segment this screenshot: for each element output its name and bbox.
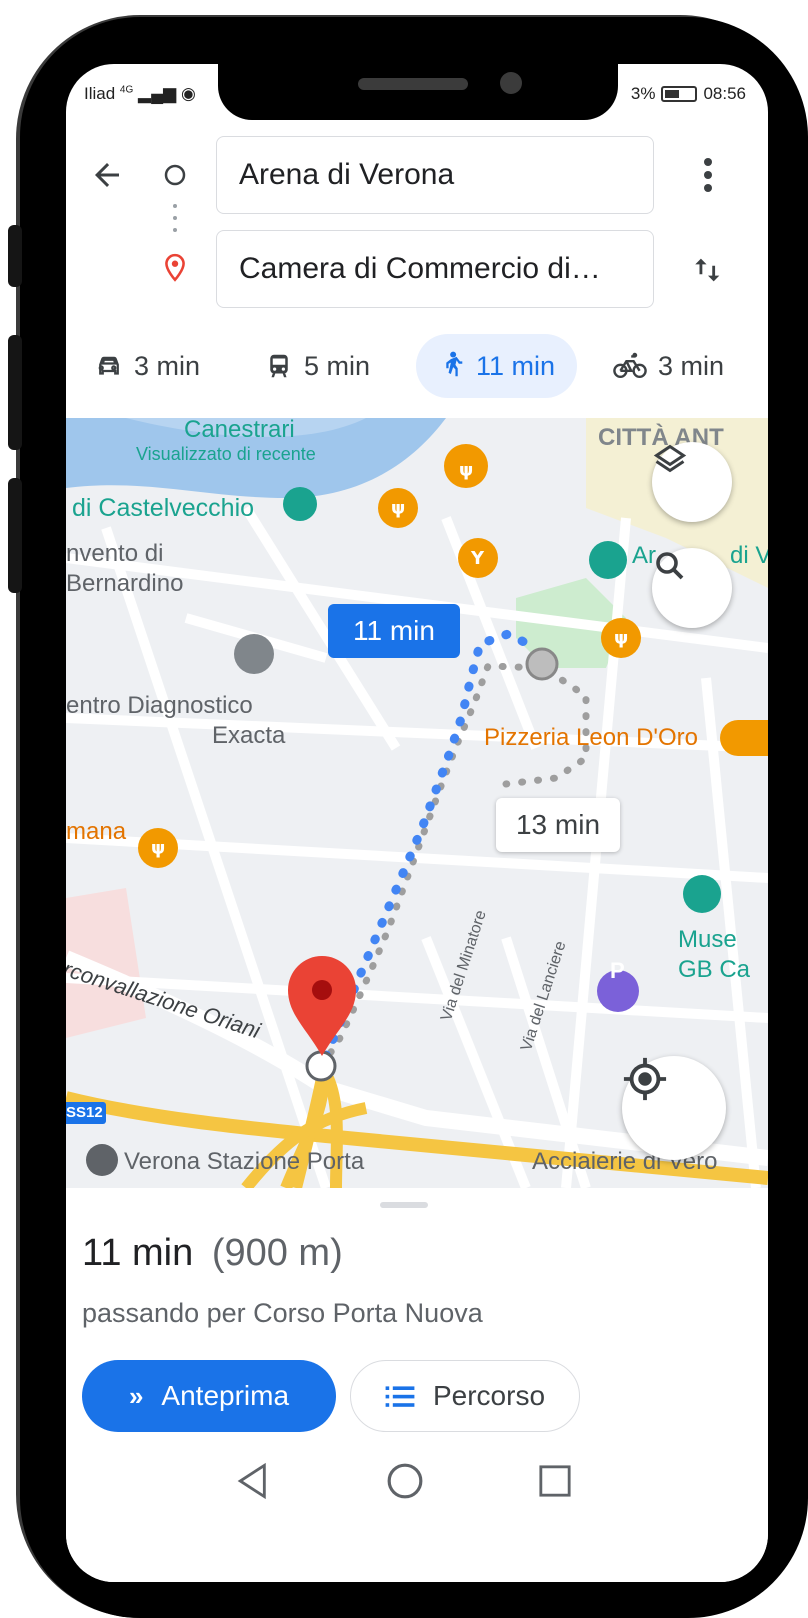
steps-button[interactable]: Percorso — [350, 1360, 580, 1432]
route-via-text: passando per Corso Porta Nuova — [82, 1298, 483, 1328]
origin-circle-icon — [162, 162, 188, 188]
destination-field[interactable]: Camera di Commercio di… — [216, 230, 654, 308]
origin-field[interactable]: Arena di Verona — [216, 136, 654, 214]
mode-cycling-label: 3 min — [658, 350, 725, 381]
transit-icon — [270, 354, 288, 378]
battery-icon — [661, 86, 698, 102]
map-label-musei-2: GB Ca — [678, 956, 751, 983]
mode-driving-label: 3 min — [134, 350, 201, 381]
double-chevron-icon: » — [128, 1380, 144, 1411]
route-duration: 11 min — [82, 1232, 194, 1274]
bike-icon — [613, 352, 647, 378]
notch — [218, 64, 618, 120]
origin-marker — [525, 647, 559, 681]
route-time-selected[interactable]: 11 min — [328, 604, 460, 658]
layers-icon — [653, 444, 687, 473]
swap-icon[interactable] — [686, 248, 730, 292]
map-label-pizzeria: Pizzeria Leon D'Oro — [484, 724, 699, 751]
signal-icon: ▂▄▆ — [138, 84, 177, 103]
phone-side-button — [8, 225, 22, 287]
preview-button-label: Anteprima — [161, 1380, 290, 1411]
route-time-alternative[interactable]: 13 min — [496, 798, 620, 852]
speaker — [358, 78, 468, 90]
search-icon — [656, 552, 684, 580]
map-label-canestrari: Canestrari — [184, 418, 295, 443]
svg-text:ψ: ψ — [151, 838, 165, 859]
mode-walking-label: 11 min — [476, 350, 556, 381]
phone-volume-down — [8, 478, 22, 593]
map-label-ss12: SS12 — [66, 1104, 103, 1121]
map-label-castelvecchio: di Castelvecchio — [72, 494, 255, 522]
layers-button[interactable] — [652, 442, 732, 522]
map-label-diagnostico-2: Exacta — [212, 722, 286, 749]
map-label-diagnostico-1: entro Diagnostico — [66, 692, 253, 719]
network-type: 4G — [119, 84, 134, 96]
route-duration-row: 11 min (900 m) — [82, 1232, 343, 1275]
home-icon[interactable] — [386, 1462, 424, 1500]
my-location-button[interactable] — [622, 1056, 726, 1160]
status-bar-left: Iliad 4G ▂▄▆ ◉ — [84, 84, 196, 104]
mode-transit-label: 5 min — [304, 350, 371, 381]
map-label-arena-b: di V — [730, 542, 768, 569]
map-label-convento-2: Bernardino — [66, 570, 184, 597]
carrier-name: Iliad — [84, 84, 116, 103]
route-distance: (900 m) — [211, 1232, 343, 1274]
map-label-recent: Visualizzato di recente — [136, 444, 316, 464]
map-view[interactable]: ψ ψ Yψ ψ Canestrari Visualizzato di recente… — [66, 418, 768, 1188]
destination-pin-icon — [160, 252, 190, 284]
map-label-musei-1: Muse — [678, 926, 737, 953]
svg-text:ψ: ψ — [391, 498, 405, 519]
route-start-marker — [305, 1050, 337, 1082]
recents-icon[interactable] — [538, 1464, 572, 1498]
map-label-convento-1: nvento di — [66, 540, 164, 567]
eye-comfort-icon: ◉ — [180, 84, 196, 103]
svg-text:ψ: ψ — [614, 628, 628, 649]
walk-icon — [446, 351, 463, 377]
mode-walking[interactable]: 11 min — [416, 334, 578, 398]
mode-transit[interactable]: 5 min — [264, 334, 370, 398]
svg-text:ψ: ψ — [459, 460, 473, 481]
travel-mode-tabs: 3 min 5 min 11 min 3 min — [66, 334, 768, 398]
route-summary-sheet: 11 min (900 m) passando per Corso Porta … — [66, 1188, 768, 1582]
front-camera — [500, 72, 522, 94]
map-label-mana: mana — [66, 818, 127, 845]
car-icon — [98, 356, 119, 375]
destination-pin-dot — [312, 980, 332, 1000]
sheet-drag-handle[interactable] — [380, 1202, 428, 1208]
battery-percent: 3% — [630, 84, 656, 103]
screen: Iliad 4G ▂▄▆ ◉ 3% 08:56 Arena di Verona … — [66, 64, 768, 1582]
system-nav-bar — [66, 1442, 768, 1522]
preview-button[interactable]: » Anteprima — [82, 1360, 336, 1432]
map-label-parking: P — [610, 958, 625, 983]
status-bar-right: 3% 08:56 — [631, 84, 746, 104]
clock: 08:56 — [703, 84, 746, 103]
mode-cycling[interactable]: 3 min — [612, 334, 724, 398]
mode-driving[interactable]: 3 min — [94, 334, 200, 398]
phone-volume-up — [8, 335, 22, 450]
back-icon[interactable] — [236, 1462, 270, 1500]
list-icon — [385, 1386, 415, 1407]
back-arrow-icon[interactable] — [82, 150, 132, 200]
map-label-stazione: Verona Stazione Porta — [124, 1148, 365, 1175]
my-location-icon — [623, 1057, 667, 1101]
more-options-icon[interactable] — [688, 152, 728, 198]
search-along-route-button[interactable] — [652, 548, 732, 628]
route-dots-icon — [172, 202, 178, 238]
steps-button-label: Percorso — [432, 1380, 546, 1411]
svg-text:Y: Y — [470, 548, 485, 569]
